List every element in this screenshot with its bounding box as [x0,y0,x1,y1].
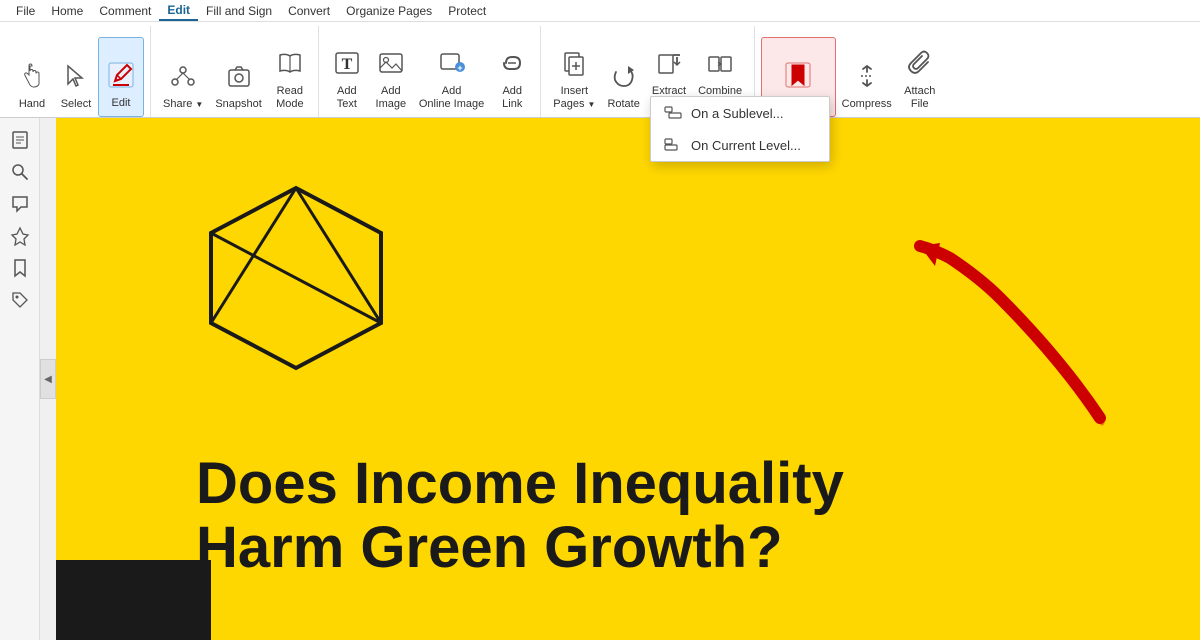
sublevel-item[interactable]: On a Sublevel... [651,97,829,129]
extract-pages-icon [653,47,685,79]
arrow-annotation [780,198,1140,478]
current-level-icon [663,137,683,153]
sublevel-label: On a Sublevel... [691,106,784,121]
title-line1: Does Income Inequality [196,452,1160,516]
sidebar-pin-icon[interactable] [6,222,34,250]
svg-text:+: + [457,63,462,73]
current-level-item[interactable]: On Current Level... [651,129,829,161]
sidebar-comment-icon[interactable] [6,190,34,218]
rotate-icon [608,60,640,92]
share-label: Share ▼ [163,98,203,111]
share-icon [167,60,199,92]
document-title: Does Income Inequality Harm Green Growth… [196,452,1160,580]
sidebar-search-icon[interactable] [6,158,34,186]
main-layout: ◀ Does Income Inequality Harm Green G [0,118,1200,640]
menu-fill-sign[interactable]: Fill and Sign [198,2,280,20]
read-mode-icon [274,47,306,79]
rotate-label: Rotate [607,98,639,111]
sidebar-tag-icon[interactable] [6,286,34,314]
add-text-icon: T [331,47,363,79]
hand-button[interactable]: Hand [10,37,54,117]
left-sidebar [0,118,40,640]
rotate-button[interactable]: Rotate [601,37,645,117]
edit-button[interactable]: Edit [98,37,144,117]
compress-label: Compress [842,98,892,111]
collapse-button[interactable]: ◀ [40,359,56,399]
sidebar-bookmark-icon[interactable] [6,254,34,282]
select-button[interactable]: Select [54,37,98,117]
add-text-label: AddText [337,85,357,111]
add-online-image-button[interactable]: + AddOnline Image [413,37,490,117]
compress-icon [851,60,883,92]
insert-pages-icon [558,47,590,79]
ribbon: Hand Select Edit Sha [0,22,1200,118]
add-image-icon [375,47,407,79]
edit-label: Edit [112,97,131,110]
hex-shape [196,178,396,403]
ribbon-group-add: T AddText AddImage + AddOnline Image Add… [319,26,541,117]
menu-comment[interactable]: Comment [91,2,159,20]
attach-file-button[interactable]: AttachFile [898,37,942,117]
document-page: Does Income Inequality Harm Green Growth… [56,118,1200,640]
menu-protect[interactable]: Protect [440,2,494,20]
menu-organize[interactable]: Organize Pages [338,2,440,20]
sidebar-pages-icon[interactable] [6,126,34,154]
combine-files-icon [704,47,736,79]
select-label: Select [61,98,92,111]
menu-home[interactable]: Home [43,2,91,20]
content-area: ◀ Does Income Inequality Harm Green G [40,118,1200,640]
compress-button[interactable]: Compress [836,37,898,117]
insert-pages-label: InsertPages ▼ [553,85,595,111]
snapshot-icon [223,60,255,92]
hand-label: Hand [19,98,45,111]
bookmark-icon [782,59,814,91]
share-button[interactable]: Share ▼ [157,37,209,117]
sublevel-icon [663,105,683,121]
add-online-image-label: AddOnline Image [419,85,484,111]
menu-convert[interactable]: Convert [280,2,338,20]
insert-pages-button[interactable]: InsertPages ▼ [547,37,601,117]
attach-file-label: AttachFile [904,85,935,111]
ribbon-group-tools: Hand Select Edit [4,26,151,117]
menu-edit[interactable]: Edit [159,1,198,21]
ribbon-group-share: Share ▼ Snapshot ReadMode [151,26,319,117]
add-image-label: AddImage [376,85,407,111]
read-mode-label: ReadMode [276,85,304,111]
add-link-label: AddLink [502,85,522,111]
attach-file-icon [904,47,936,79]
edit-icon [105,59,137,91]
black-rectangle [56,560,211,640]
menu-file[interactable]: File [8,2,43,20]
add-image-button[interactable]: AddImage [369,37,413,117]
add-online-image-icon: + [436,47,468,79]
bookmark-dropdown: On a Sublevel... On Current Level... [650,96,830,162]
hand-icon [16,60,48,92]
svg-text:T: T [341,56,352,73]
add-link-button[interactable]: AddLink [490,37,534,117]
add-link-icon [496,47,528,79]
snapshot-label: Snapshot [215,98,261,111]
add-text-button[interactable]: T AddText [325,37,369,117]
select-icon [60,60,92,92]
current-level-label: On Current Level... [691,138,801,153]
title-line2: Harm Green Growth? [196,516,1160,580]
menu-bar: File Home Comment Edit Fill and Sign Con… [0,0,1200,22]
snapshot-button[interactable]: Snapshot [209,37,267,117]
read-mode-button[interactable]: ReadMode [268,37,312,117]
